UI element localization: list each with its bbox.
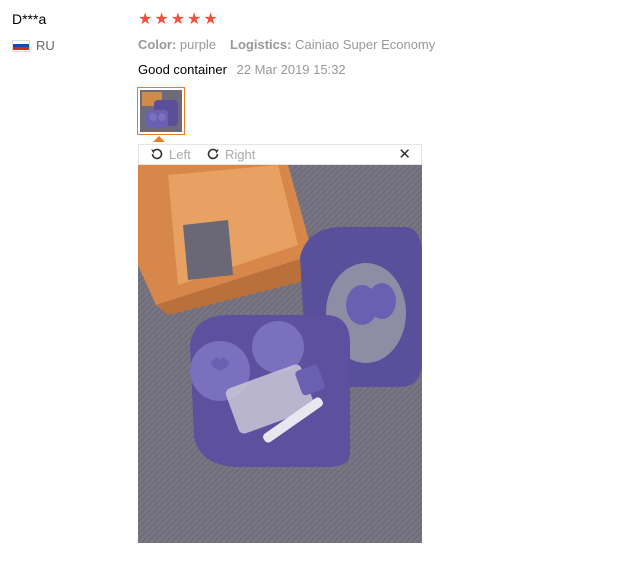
logistics-attribute-key: Logistics: [230, 37, 292, 52]
color-attribute-value: purple [179, 37, 217, 52]
country-code: RU [36, 38, 55, 53]
star-icon: ★ [138, 11, 153, 28]
rotate-left-button[interactable]: Left [149, 146, 191, 162]
rotate-left-label: Left [169, 146, 191, 162]
review-date: 22 Mar 2019 15:32 [236, 62, 346, 77]
rotate-right-label: Right [225, 146, 256, 162]
russia-flag-icon [12, 39, 30, 52]
reviewer-country: RU [12, 38, 55, 53]
thumbnail-image [140, 90, 182, 132]
logistics-attribute-value: Cainiao Super Economy [295, 37, 436, 52]
logistics-attribute: Logistics: Cainiao Super Economy [230, 37, 435, 52]
star-icon: ★ [170, 11, 186, 28]
rotate-right-button[interactable]: Right [205, 146, 255, 162]
reviewer-name: D***a [12, 11, 47, 27]
rotate-left-icon [151, 148, 163, 160]
star-icon: ★ [154, 11, 169, 28]
color-attribute: Color: purple [138, 37, 216, 52]
thumbnail-pointer [153, 136, 165, 142]
close-viewer-button[interactable]: ✕ [398, 146, 411, 164]
rotate-right-icon [207, 148, 219, 160]
image-viewer-toolbar: Left Right ✕ [138, 144, 422, 165]
review-feedback: Good container 22 Mar 2019 15:32 [138, 62, 346, 77]
review-photo-large [138, 165, 422, 543]
review-text: Good container [138, 62, 227, 77]
star-icon: ★ [203, 11, 218, 28]
order-attributes: Color: purple Logistics: Cainiao Super E… [138, 37, 435, 52]
color-attribute-key: Color: [138, 37, 177, 52]
review-photo-thumbnail[interactable] [137, 87, 185, 135]
star-icon: ★ [187, 11, 202, 28]
star-rating: ★ ★ ★ ★ ★ [138, 11, 218, 29]
